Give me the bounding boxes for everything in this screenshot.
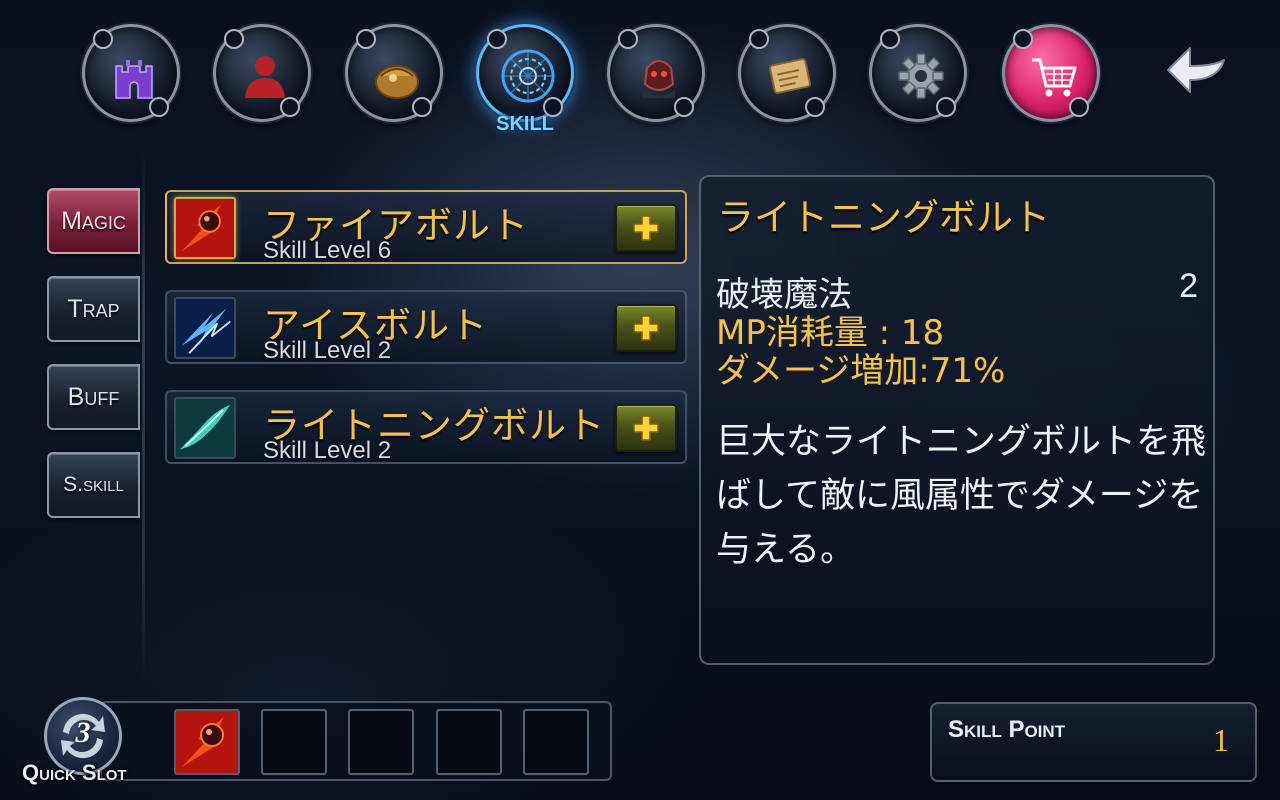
- quickslot-slot-3[interactable]: [348, 709, 414, 775]
- add-skill-point-button[interactable]: [615, 404, 677, 452]
- skill-row-fire-bolt[interactable]: ファイアボルト Skill Level 6: [165, 190, 687, 264]
- tab-magic[interactable]: Magic: [47, 188, 140, 254]
- character-icon: [245, 56, 285, 98]
- detail-damage-bonus: ダメージ増加:71%: [716, 351, 1006, 391]
- nav-character-button[interactable]: [213, 24, 311, 122]
- nav-quest-button[interactable]: [738, 24, 836, 122]
- skill-detail-panel: ライトニングボルト 破壊魔法 2 MP消耗量 : 18 ダメージ増加:71% 巨…: [699, 175, 1215, 665]
- skill-level: Skill Level 6: [263, 237, 392, 264]
- detail-title: ライトニングボルト: [717, 196, 1050, 239]
- quickslot-slot-2[interactable]: [261, 709, 327, 775]
- gear-icon: [898, 53, 944, 99]
- top-navigation: SKILL: [0, 0, 1280, 150]
- skill-point-value: 1: [1213, 722, 1229, 758]
- lightning-bolt-icon: [174, 397, 236, 459]
- tab-buff[interactable]: Buff: [47, 364, 140, 430]
- plus-icon: [633, 215, 659, 241]
- nav-castle-button[interactable]: [82, 24, 180, 122]
- add-skill-point-button[interactable]: [615, 204, 677, 252]
- skill-row-ice-bolt[interactable]: アイスボルト Skill Level 2: [165, 290, 687, 364]
- quickslot-slot-4[interactable]: [436, 709, 502, 775]
- ice-bolt-icon: [174, 297, 236, 359]
- tab-trap[interactable]: Trap: [47, 276, 140, 342]
- nav-inventory-button[interactable]: [345, 24, 443, 122]
- detail-level: 2: [1179, 267, 1198, 305]
- nav-skill-button[interactable]: [476, 24, 574, 122]
- nav-shop-button[interactable]: [1002, 24, 1100, 122]
- add-skill-point-button[interactable]: [615, 304, 677, 352]
- nav-active-label: SKILL: [496, 113, 554, 135]
- side-divider: [142, 150, 145, 680]
- scroll-icon: [769, 58, 811, 94]
- quickslot-slot-1[interactable]: [174, 709, 240, 775]
- nav-companion-button[interactable]: [607, 24, 705, 122]
- back-button[interactable]: [1160, 36, 1236, 102]
- tab-special-skill[interactable]: S.skill: [47, 452, 140, 518]
- magic-circle-icon: [501, 49, 555, 103]
- quickslot-slot-5[interactable]: [523, 709, 589, 775]
- quickslot-number: 3: [75, 716, 91, 749]
- plus-icon: [633, 415, 659, 441]
- skill-level: Skill Level 2: [263, 337, 392, 364]
- bag-icon: [375, 65, 419, 99]
- quickslot-label: Quick Slot: [22, 760, 127, 785]
- skill-row-lightning-bolt[interactable]: ライトニングボルト Skill Level 2: [165, 390, 687, 464]
- fire-bolt-icon: [174, 197, 236, 259]
- shopping-cart-icon: [1032, 58, 1077, 97]
- skill-point-box: Skill Point 1: [930, 702, 1257, 782]
- fire-bolt-icon: [176, 711, 238, 773]
- skill-point-label: Skill Point: [948, 716, 1066, 743]
- detail-description: 巨大なライトニングボルトを飛ばして敵に風属性でダメージを与える。: [716, 422, 1207, 570]
- skill-level: Skill Level 2: [263, 437, 392, 464]
- plus-icon: [633, 315, 659, 341]
- castle-icon: [115, 60, 153, 99]
- companion-icon: [643, 60, 675, 98]
- back-arrow-icon: [1167, 47, 1225, 93]
- nav-settings-button[interactable]: [869, 24, 967, 122]
